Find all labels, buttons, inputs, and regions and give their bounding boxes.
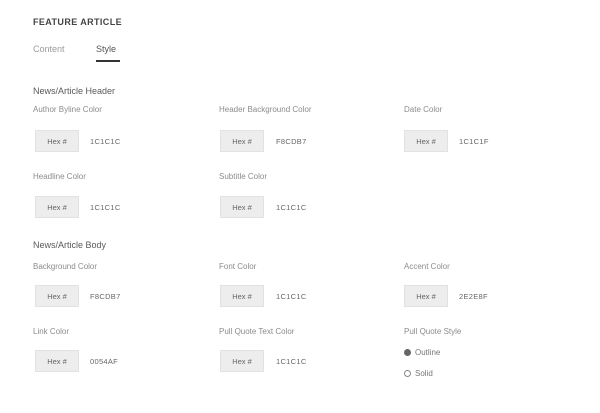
pull-quote-text-hex-input[interactable]: 1C1C1C [276,357,307,366]
body-background-hex-button[interactable]: Hex # [35,285,79,307]
tab-content[interactable]: Content [33,44,65,54]
pull-quote-text-hex-button[interactable]: Hex # [220,350,264,372]
font-color-label: Font Color [219,262,257,271]
radio-solid[interactable]: Solid [404,369,433,378]
subtitle-color-label: Subtitle Color [219,172,268,181]
body-background-hex-input[interactable]: F8CDB7 [90,292,121,301]
author-byline-hex-button[interactable]: Hex # [35,130,79,152]
section-title-header: News/Article Header [33,86,116,96]
section-title-body: News/Article Body [33,240,107,250]
link-hex-input[interactable]: 0054AF [90,357,118,366]
date-hex-button[interactable]: Hex # [404,130,448,152]
link-hex-button[interactable]: Hex # [35,350,79,372]
font-color-hex-input[interactable]: 1C1C1C [276,292,307,301]
subtitle-hex-input[interactable]: 1C1C1C [276,203,307,212]
tab-style[interactable]: Style [96,44,116,54]
pull-quote-style-label: Pull Quote Style [404,327,462,336]
radio-outline-label: Outline [415,348,441,357]
subtitle-hex-button[interactable]: Hex # [220,196,264,218]
radio-solid-label: Solid [415,369,433,378]
author-byline-color-label: Author Byline Color [33,105,102,114]
header-background-hex-button[interactable]: Hex # [220,130,264,152]
pull-quote-text-color-label: Pull Quote Text Color [219,327,295,336]
headline-color-label: Headline Color [33,172,86,181]
headline-hex-button[interactable]: Hex # [35,196,79,218]
radio-checked-icon [404,349,411,356]
radio-unchecked-icon [404,370,411,377]
accent-hex-input[interactable]: 2E2E8F [459,292,488,301]
accent-hex-button[interactable]: Hex # [404,285,448,307]
panel-title: FEATURE ARTICLE [33,17,122,27]
date-hex-input[interactable]: 1C1C1F [459,137,489,146]
link-color-label: Link Color [33,327,70,336]
active-tab-indicator [96,60,120,62]
header-background-color-label: Header Background Color [219,105,312,114]
radio-outline[interactable]: Outline [404,348,440,357]
accent-color-label: Accent Color [404,262,450,271]
header-background-hex-input[interactable]: F8CDB7 [276,137,307,146]
font-color-hex-button[interactable]: Hex # [220,285,264,307]
author-byline-hex-input[interactable]: 1C1C1C [90,137,121,146]
background-color-label: Background Color [33,262,98,271]
headline-hex-input[interactable]: 1C1C1C [90,203,121,212]
date-color-label: Date Color [404,105,443,114]
